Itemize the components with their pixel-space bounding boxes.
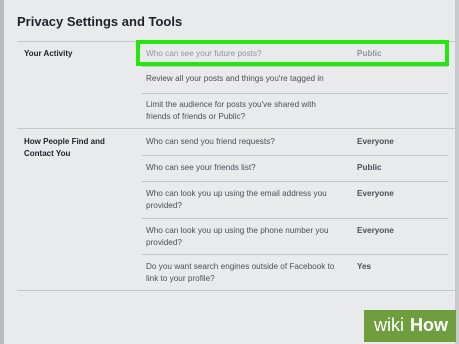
watermark-how-text: How — [410, 315, 448, 335]
watermark-wiki-text: wiki — [374, 315, 404, 335]
setting-question: Who can look you up using the phone numb… — [146, 226, 329, 247]
setting-question: Who can send you friend requests? — [146, 137, 275, 146]
window-edge-right — [455, 0, 459, 344]
setting-question: Who can look you up using the email addr… — [146, 189, 327, 210]
wikihow-watermark: wiki How — [364, 310, 456, 342]
section-divider — [17, 128, 455, 129]
section-label-find-contact: How People Find and Contact You — [24, 137, 105, 158]
setting-value: Everyone — [357, 137, 394, 146]
row-divider — [142, 218, 448, 219]
row-divider — [142, 93, 448, 94]
row-divider — [142, 181, 448, 182]
setting-value: Everyone — [357, 226, 394, 235]
setting-question: Who can see your friends list? — [146, 163, 256, 172]
setting-question: Review all your posts and things you're … — [146, 74, 324, 83]
section-label-your-activity: Your Activity — [24, 49, 73, 58]
row-divider — [142, 254, 448, 255]
row-divider — [142, 66, 448, 67]
setting-question: Limit the audience for posts you've shar… — [146, 100, 316, 121]
setting-value: Everyone — [357, 189, 394, 198]
setting-question: Do you want search engines outside of Fa… — [146, 262, 335, 283]
setting-value: Yes — [357, 262, 372, 271]
highlight-box — [136, 40, 449, 66]
row-divider — [142, 155, 448, 156]
section-divider — [17, 290, 455, 291]
page-title: Privacy Settings and Tools — [17, 14, 183, 29]
setting-value: Public — [357, 163, 382, 172]
